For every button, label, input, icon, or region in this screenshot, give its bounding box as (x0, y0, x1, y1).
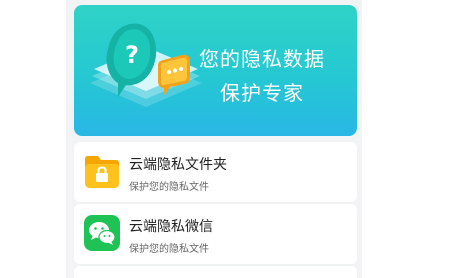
banner-title-line2: 保护专家 (220, 81, 304, 105)
folder-lock-icon (84, 153, 120, 189)
banner-title: 您的隐私数据 保护专家 (187, 42, 337, 110)
list-item-subtitle: 保护您的隐私文件 (129, 182, 209, 193)
list-item-subtitle: 保护您的隐私文件 (129, 244, 209, 255)
privacy-banner[interactable]: ? 您的隐私数据 保护专家 (74, 5, 357, 136)
list-item-title: 云端隐私微信 (129, 219, 213, 235)
list-item-title: 云端隐私文件夹 (129, 157, 227, 173)
wechat-icon (84, 215, 120, 251)
list-item-private-folder[interactable]: 云端隐私文件夹 保护您的隐私文件 (74, 142, 357, 202)
list-item-partial[interactable] (74, 266, 357, 278)
banner-title-line1: 您的隐私数据 (199, 47, 325, 71)
list-item-private-wechat[interactable]: 云端隐私微信 保护您的隐私文件 (74, 204, 357, 264)
app-frame: ? 您的隐私数据 保护专家 云端隐私文件夹 保护您的隐私文件 云端隐私微信 保护… (66, 0, 362, 278)
svg-text:?: ? (125, 41, 139, 69)
